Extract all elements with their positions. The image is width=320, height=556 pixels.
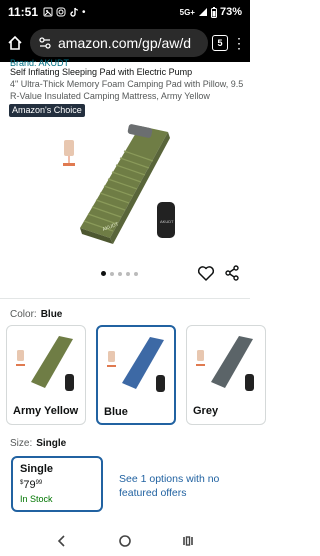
back-icon[interactable] [50,529,74,553]
carousel-dot[interactable] [118,271,122,276]
size-label: Size: Single [10,438,66,449]
browser-toolbar: amazon.com/gp/aw/d 5 ⋮ [0,24,250,62]
color-option-name: Blue [104,406,128,418]
tiktok-icon [70,7,79,17]
color-label-text: Color: [10,309,37,320]
address-bar[interactable]: amazon.com/gp/aw/d [30,29,208,57]
color-option-army-yellow[interactable]: Army Yellow [6,325,86,425]
color-option-name: Grey [193,405,219,417]
size-option-price: $7999 [20,479,94,491]
status-bar: 11:51 • 5G+ 73% [0,0,250,24]
section-divider [0,298,250,299]
color-option-blue[interactable]: Blue [96,325,176,425]
product-image[interactable]: AKUDT AKUDT [60,118,190,248]
more-notifications-icon: • [82,6,86,18]
size-option-single[interactable]: Single $7999 In Stock [11,456,103,512]
instagram-icon [56,7,66,17]
carousel-dot[interactable] [101,271,106,276]
signal-icon [198,8,207,16]
selected-color: Blue [40,309,63,320]
site-settings-icon[interactable] [38,36,52,50]
color-swatch-image [196,336,254,391]
product-subtitle: 4" Ultra-Thick Memory Foam Camping Pad w… [10,79,244,101]
svg-text:AKUDT: AKUDT [160,219,174,224]
browser-menu-icon[interactable]: ⋮ [232,35,246,52]
color-option-name: Army Yellow [13,405,79,417]
home-icon[interactable] [4,32,26,54]
image-carousel-dots[interactable] [101,271,138,276]
recents-icon[interactable] [176,529,200,553]
url-text[interactable]: amazon.com/gp/aw/d [58,35,191,51]
network-type: 5G+ [179,7,195,17]
product-title: Self Inflating Sleeping Pad with Electri… [10,67,193,77]
tab-switcher-button[interactable]: 5 [212,35,228,51]
gallery-icon [43,7,53,17]
size-label-text: Size: [10,438,33,449]
share-icon[interactable] [224,265,240,281]
heart-icon[interactable] [197,264,215,282]
color-swatch-image [16,336,74,391]
status-right: 5G+ 73% [180,6,242,18]
battery-icon [210,6,217,18]
color-option-grey[interactable]: Grey [186,325,266,425]
carousel-dot[interactable] [134,271,138,276]
system-nav-bar [0,526,250,556]
battery-level: 73% [219,6,242,18]
carousel-dot[interactable] [126,271,130,276]
notification-icons: • [43,7,86,18]
see-options-link[interactable]: See 1 options with no featured offers [119,472,243,500]
size-option-name: Single [20,463,54,475]
selected-size: Single [36,438,67,449]
amazons-choice-badge[interactable]: Amazon's Choice [9,104,85,117]
pump-bag-graphic: AKUDT [157,202,175,238]
color-label: Color: Blue [10,309,62,320]
sleeping-pad-graphic: AKUDT [80,124,170,244]
color-swatch-image [107,337,165,392]
status-time: 11:51 [8,5,39,19]
stock-status: In Stock [20,494,53,504]
layer-infographic [63,140,75,166]
price-fraction: 99 [35,480,43,486]
price-whole: 79 [23,479,36,491]
carousel-dot[interactable] [110,271,114,276]
home-nav-icon[interactable] [113,529,137,553]
